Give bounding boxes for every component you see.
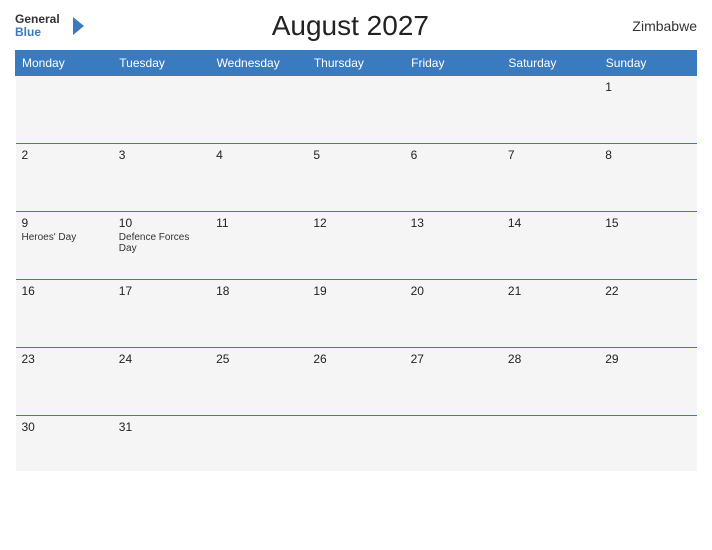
day-number: 7 <box>508 148 593 162</box>
day-number: 21 <box>508 284 593 298</box>
calendar-week-row: 16 17 18 19 20 21 22 <box>16 280 697 348</box>
header-monday: Monday <box>16 51 113 76</box>
calendar-cell: 30 <box>16 416 113 471</box>
day-number: 1 <box>605 80 690 94</box>
calendar-table: Monday Tuesday Wednesday Thursday Friday… <box>15 50 697 471</box>
calendar-cell: 24 <box>113 348 210 416</box>
calendar-cell <box>502 416 599 471</box>
calendar-cell: 17 <box>113 280 210 348</box>
calendar-cell <box>502 76 599 144</box>
calendar-cell: 2 <box>16 144 113 212</box>
day-number: 27 <box>411 352 496 366</box>
calendar-cell <box>405 416 502 471</box>
calendar-page: General Blue August 2027 Zimbabwe Monday… <box>0 0 712 550</box>
calendar-cell: 11 <box>210 212 307 280</box>
calendar-cell: 18 <box>210 280 307 348</box>
day-number: 9 <box>22 216 107 230</box>
calendar-cell: 28 <box>502 348 599 416</box>
header-tuesday: Tuesday <box>113 51 210 76</box>
calendar-cell: 14 <box>502 212 599 280</box>
day-number: 24 <box>119 352 204 366</box>
calendar-cell: 7 <box>502 144 599 212</box>
header: General Blue August 2027 Zimbabwe <box>15 10 697 42</box>
calendar-cell: 5 <box>307 144 404 212</box>
calendar-cell <box>307 76 404 144</box>
day-number: 13 <box>411 216 496 230</box>
day-number: 8 <box>605 148 690 162</box>
day-number: 15 <box>605 216 690 230</box>
page-title: August 2027 <box>84 10 617 42</box>
logo: General Blue <box>15 13 84 39</box>
header-sunday: Sunday <box>599 51 696 76</box>
calendar-cell: 4 <box>210 144 307 212</box>
day-number: 14 <box>508 216 593 230</box>
calendar-cell: 26 <box>307 348 404 416</box>
calendar-cell: 22 <box>599 280 696 348</box>
header-friday: Friday <box>405 51 502 76</box>
calendar-cell: 27 <box>405 348 502 416</box>
calendar-cell: 21 <box>502 280 599 348</box>
day-number: 12 <box>313 216 398 230</box>
logo-flag-icon <box>62 15 84 37</box>
day-number: 10 <box>119 216 204 230</box>
header-wednesday: Wednesday <box>210 51 307 76</box>
calendar-cell: 31 <box>113 416 210 471</box>
day-number: 29 <box>605 352 690 366</box>
calendar-cell: 6 <box>405 144 502 212</box>
day-number: 11 <box>216 216 301 230</box>
logo-blue-text: Blue <box>15 26 60 39</box>
calendar-cell: 8 <box>599 144 696 212</box>
calendar-cell: 25 <box>210 348 307 416</box>
day-number: 26 <box>313 352 398 366</box>
country-label: Zimbabwe <box>617 18 697 34</box>
calendar-week-row: 1 <box>16 76 697 144</box>
day-number: 18 <box>216 284 301 298</box>
calendar-cell: 10 Defence Forces Day <box>113 212 210 280</box>
header-thursday: Thursday <box>307 51 404 76</box>
day-number: 25 <box>216 352 301 366</box>
calendar-cell: 16 <box>16 280 113 348</box>
calendar-cell <box>210 416 307 471</box>
calendar-cell: 9 Heroes' Day <box>16 212 113 280</box>
calendar-cell: 20 <box>405 280 502 348</box>
calendar-cell: 13 <box>405 212 502 280</box>
day-number: 19 <box>313 284 398 298</box>
day-number: 17 <box>119 284 204 298</box>
header-saturday: Saturday <box>502 51 599 76</box>
day-number: 28 <box>508 352 593 366</box>
calendar-cell: 3 <box>113 144 210 212</box>
day-number: 31 <box>119 420 204 434</box>
calendar-cell <box>113 76 210 144</box>
day-number: 23 <box>22 352 107 366</box>
calendar-week-row: 9 Heroes' Day 10 Defence Forces Day 11 12 13 14… <box>16 212 697 280</box>
day-number: 22 <box>605 284 690 298</box>
day-number: 4 <box>216 148 301 162</box>
calendar-cell <box>405 76 502 144</box>
calendar-cell <box>210 76 307 144</box>
calendar-week-row: 2345678 <box>16 144 697 212</box>
day-event: Defence Forces Day <box>119 232 204 254</box>
calendar-cell: 12 <box>307 212 404 280</box>
calendar-cell: 29 <box>599 348 696 416</box>
day-number: 16 <box>22 284 107 298</box>
calendar-cell: 19 <box>307 280 404 348</box>
calendar-cell <box>599 416 696 471</box>
day-number: 3 <box>119 148 204 162</box>
calendar-cell: 15 <box>599 212 696 280</box>
day-event: Heroes' Day <box>22 232 107 243</box>
calendar-cell: 23 <box>16 348 113 416</box>
calendar-cell <box>16 76 113 144</box>
day-number: 30 <box>22 420 107 434</box>
calendar-cell: 1 <box>599 76 696 144</box>
calendar-week-row: 30 31 <box>16 416 697 471</box>
calendar-cell <box>307 416 404 471</box>
day-number: 2 <box>22 148 107 162</box>
weekday-header-row: Monday Tuesday Wednesday Thursday Friday… <box>16 51 697 76</box>
day-number: 5 <box>313 148 398 162</box>
calendar-week-row: 23 24 25 26 27 28 29 <box>16 348 697 416</box>
day-number: 20 <box>411 284 496 298</box>
day-number: 6 <box>411 148 496 162</box>
